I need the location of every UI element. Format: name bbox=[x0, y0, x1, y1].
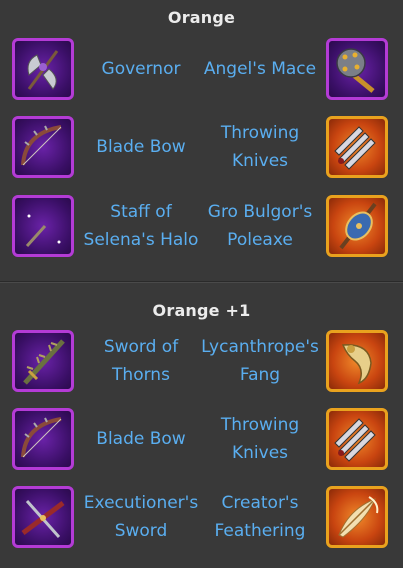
fang-icon[interactable] bbox=[326, 330, 388, 392]
section-title: Orange +1 bbox=[152, 301, 251, 320]
item-name-right[interactable]: Throwing Knives bbox=[195, 116, 325, 178]
battle-axe-icon[interactable] bbox=[12, 38, 74, 100]
item-name-left[interactable]: Staff of Selena's Halo bbox=[76, 195, 206, 257]
item-name-right[interactable]: Lycanthrope's Fang bbox=[195, 330, 325, 392]
throwing-knives-icon[interactable] bbox=[326, 408, 388, 470]
poleaxe-icon[interactable] bbox=[326, 195, 388, 257]
item-row: Sword of Thorns Lycanthrope's Fang bbox=[0, 330, 403, 398]
crossbow-icon[interactable] bbox=[12, 486, 74, 548]
item-name-right[interactable]: Angel's Mace bbox=[195, 38, 325, 100]
item-row: Governor Angel's Mace bbox=[0, 38, 403, 106]
section-title: Orange bbox=[167, 8, 236, 27]
bow-icon[interactable] bbox=[12, 116, 74, 178]
bow-icon[interactable] bbox=[12, 408, 74, 470]
item-row: Executioner's Sword Creator's Feathering bbox=[0, 486, 403, 554]
winged-feather-icon[interactable] bbox=[326, 486, 388, 548]
item-name-left[interactable]: Executioner's Sword bbox=[76, 486, 206, 548]
item-name-left[interactable]: Blade Bow bbox=[76, 116, 206, 178]
item-row: Blade Bow Throwing Knives bbox=[0, 408, 403, 476]
item-row: Staff of Selena's Halo Gro Bulgor's Pole… bbox=[0, 195, 403, 263]
section-orange-plus-1: Orange +1 Sword of Thorns Lycanthrope's … bbox=[0, 283, 403, 568]
item-name-right[interactable]: Throwing Knives bbox=[195, 408, 325, 470]
section-orange: Orange Governor Angel's Mace Blade Bow T… bbox=[0, 0, 403, 281]
thorn-sword-icon[interactable] bbox=[12, 330, 74, 392]
item-name-left[interactable]: Governor bbox=[76, 38, 206, 100]
item-name-right[interactable]: Gro Bulgor's Poleaxe bbox=[195, 195, 325, 257]
item-row: Blade Bow Throwing Knives bbox=[0, 116, 403, 184]
spiked-mace-icon[interactable] bbox=[326, 38, 388, 100]
item-name-right[interactable]: Creator's Feathering bbox=[195, 486, 325, 548]
item-name-left[interactable]: Sword of Thorns bbox=[76, 330, 206, 392]
throwing-knives-icon[interactable] bbox=[326, 116, 388, 178]
crescent-staff-icon[interactable] bbox=[12, 195, 74, 257]
item-name-left[interactable]: Blade Bow bbox=[76, 408, 206, 470]
